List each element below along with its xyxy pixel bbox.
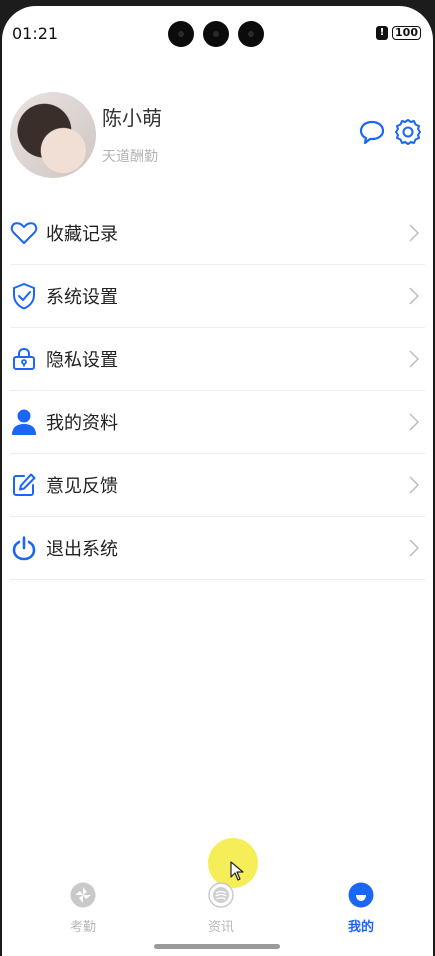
phone-screen: 01:21 ! 100 陈小萌 天道酬勤 收藏记录 系统设置 隐私设置 我的资料… [2, 6, 433, 956]
person-icon [10, 408, 38, 436]
alert-icon: ! [376, 26, 389, 40]
menu-label: 收藏记录 [46, 224, 118, 245]
menu-label: 意见反馈 [46, 476, 118, 497]
tab-label: 资讯 [207, 920, 234, 935]
menu-label: 我的资料 [46, 413, 118, 434]
chevron-right-icon [409, 413, 419, 431]
edit-icon [10, 471, 38, 499]
tab-news[interactable]: 资讯 [186, 882, 256, 935]
bottom-tab-bar: 考勤 资讯 我的 [2, 878, 433, 948]
chevron-right-icon [409, 350, 419, 368]
camera-icon [238, 21, 264, 47]
message-icon[interactable] [358, 118, 386, 146]
tab-label: 我的 [347, 920, 374, 935]
shield-check-icon [10, 282, 38, 310]
user-motto: 天道酬勤 [102, 149, 158, 165]
menu-item-logout[interactable]: 退出系统 [10, 517, 425, 580]
tab-attendance[interactable]: 考勤 [48, 882, 118, 935]
menu-item-feedback[interactable]: 意见反馈 [10, 454, 425, 517]
chevron-right-icon [409, 539, 419, 557]
status-icons: ! 100 [376, 26, 421, 40]
chevron-right-icon [409, 476, 419, 494]
attendance-icon [70, 882, 96, 908]
menu-item-my-profile[interactable]: 我的资料 [10, 391, 425, 454]
tab-label: 考勤 [69, 920, 96, 935]
settings-menu: 收藏记录 系统设置 隐私设置 我的资料 意见反馈 退出系统 [2, 202, 433, 580]
menu-label: 系统设置 [46, 287, 118, 308]
menu-label: 隐私设置 [46, 350, 118, 371]
chevron-right-icon [409, 287, 419, 305]
status-time: 01:21 [12, 24, 59, 43]
gear-icon[interactable] [394, 118, 422, 146]
tab-mine[interactable]: 我的 [326, 882, 396, 935]
user-name: 陈小萌 [102, 106, 162, 130]
heart-icon [10, 219, 38, 247]
menu-item-privacy-settings[interactable]: 隐私设置 [10, 328, 425, 391]
power-icon [10, 534, 38, 562]
battery-icon: 100 [392, 26, 421, 40]
camera-icon [168, 21, 194, 47]
lock-icon [10, 345, 38, 373]
home-indicator[interactable] [154, 944, 280, 949]
menu-label: 退出系统 [46, 539, 118, 560]
camera-icon [203, 21, 229, 47]
chevron-right-icon [409, 224, 419, 242]
menu-item-favorites[interactable]: 收藏记录 [10, 202, 425, 265]
news-icon [208, 882, 234, 908]
avatar[interactable] [10, 92, 96, 178]
menu-item-system-settings[interactable]: 系统设置 [10, 265, 425, 328]
profile-icon [348, 882, 374, 908]
